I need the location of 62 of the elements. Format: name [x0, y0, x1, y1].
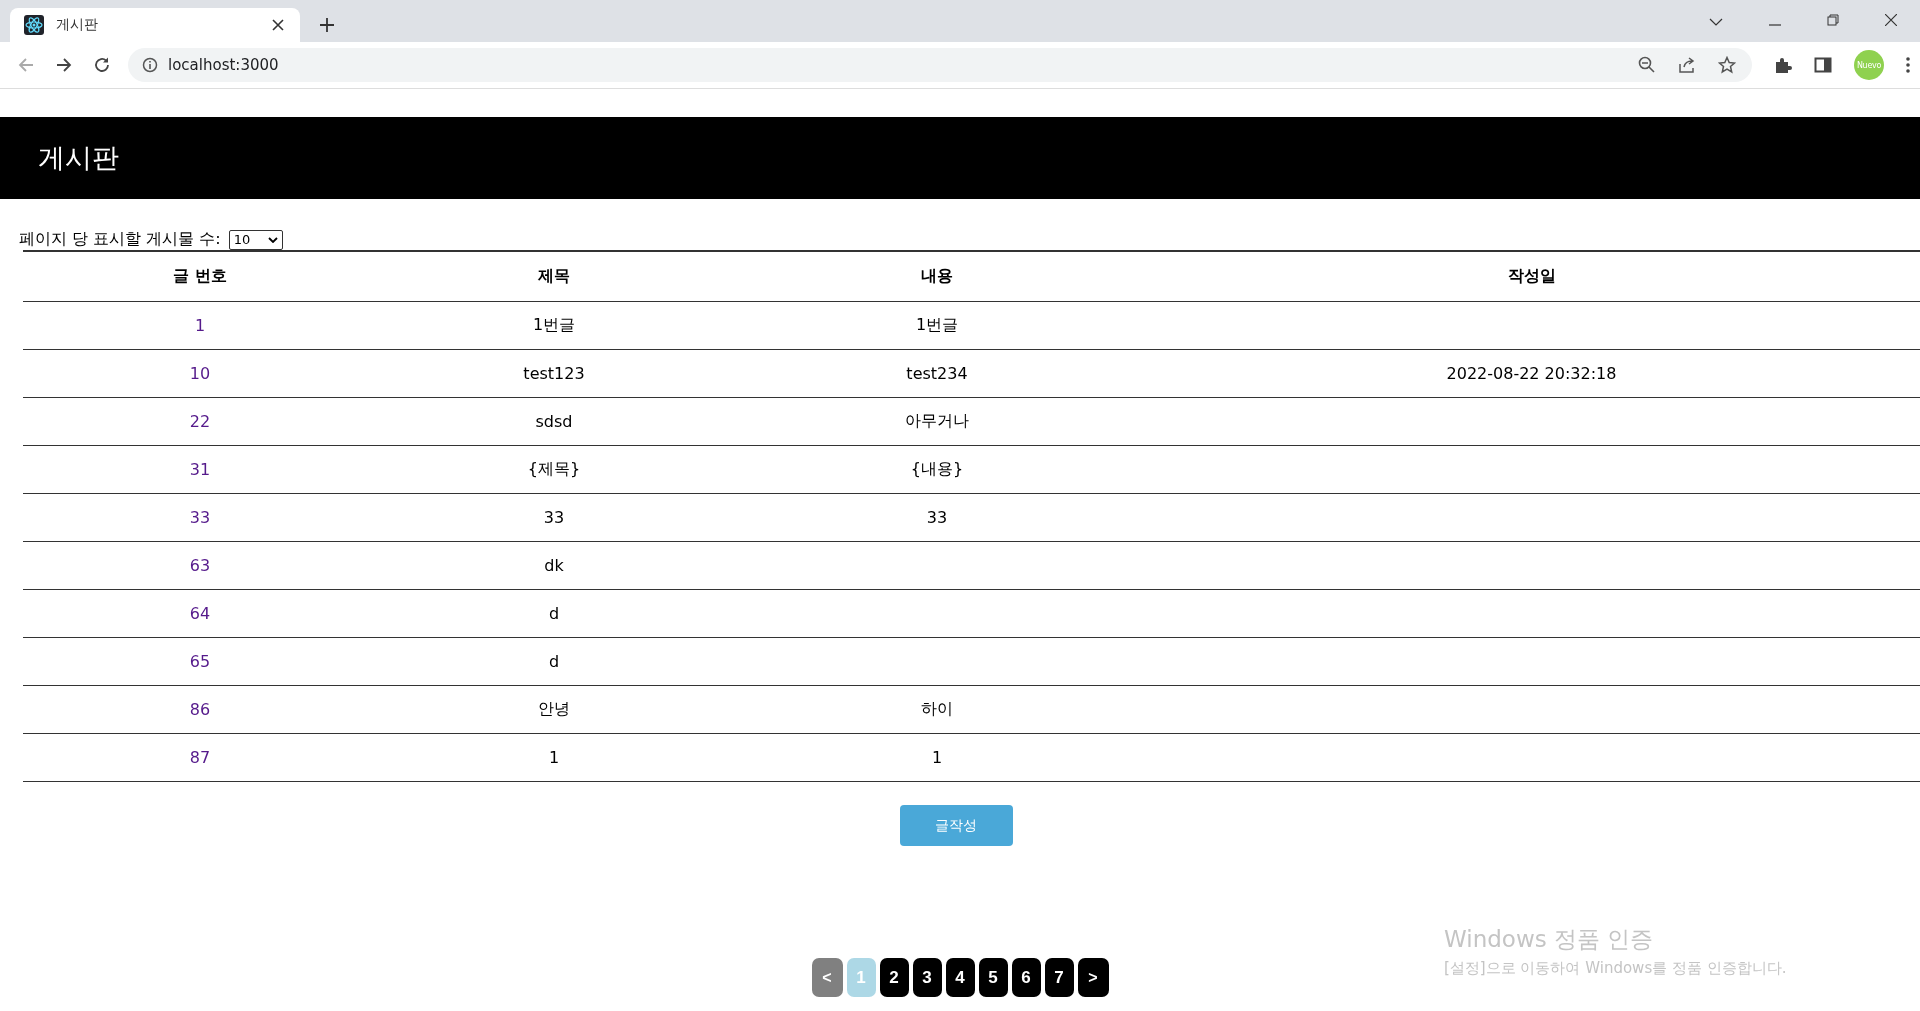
zoom-out-icon[interactable]: [1638, 56, 1656, 74]
table-cell: test123: [523, 364, 585, 383]
table-cell: dk: [544, 556, 564, 575]
table-cell: 하이: [921, 699, 953, 718]
share-icon[interactable]: [1678, 56, 1696, 74]
chevron-down-icon[interactable]: [1709, 18, 1723, 26]
page-title: 게시판: [38, 141, 119, 175]
caret-icon: [267, 236, 278, 243]
post-number-link[interactable]: 10: [189, 364, 211, 383]
column-header: 글 번호: [23, 251, 377, 302]
table-cell: 1: [548, 748, 560, 767]
column-header: 제목: [377, 251, 731, 302]
plus-icon[interactable]: [320, 18, 334, 32]
star-icon[interactable]: [1718, 56, 1736, 74]
table-cell: d: [548, 604, 560, 623]
table-cell: d: [548, 652, 560, 671]
table-cell: 2022-08-22 20:32:18: [1446, 364, 1617, 383]
table-cell: 아무거나: [905, 411, 969, 430]
forward-arrow-icon[interactable]: [56, 57, 72, 73]
side-panel-icon[interactable]: [1814, 56, 1832, 74]
table-cell: sdsd: [535, 412, 573, 431]
table-cell: {제목}: [527, 459, 581, 478]
activation-title: Windows 정품 인증: [1444, 925, 1655, 954]
page-button[interactable]: 7: [1044, 958, 1074, 997]
table-cell: test234: [906, 364, 968, 383]
per-page-label: 페이지 당 표시할 게시물 수:: [19, 229, 221, 250]
column-header: 작성일: [1143, 251, 1920, 302]
post-number-link[interactable]: 65: [189, 652, 211, 671]
post-number-link[interactable]: 31: [189, 460, 211, 479]
info-icon: [142, 57, 158, 73]
table-cell: 1번글: [532, 315, 576, 334]
post-number-link[interactable]: 22: [189, 412, 211, 431]
reload-icon[interactable]: [94, 57, 110, 73]
atom-icon: [24, 15, 44, 35]
post-number-link[interactable]: 87: [189, 748, 211, 767]
page-button[interactable]: 4: [945, 958, 975, 997]
post-number-link[interactable]: 33: [189, 508, 211, 527]
table-cell: {내용}: [910, 459, 964, 478]
post-number-link[interactable]: 1: [194, 316, 206, 335]
per-page-dropdown[interactable]: 10: [228, 229, 283, 250]
more-menu-icon[interactable]: [1906, 57, 1910, 73]
table-cell: 안녕: [538, 699, 570, 718]
column-header: 내용: [731, 251, 1143, 302]
address-bar[interactable]: localhost:3000: [128, 48, 1752, 82]
restore-icon[interactable]: [1827, 14, 1839, 26]
puzzle-piece-icon[interactable]: [1774, 56, 1792, 74]
page-button[interactable]: 6: [1011, 958, 1041, 997]
activation-message: [설정]으로 이동하여 Windows를 정품 인증합니다.: [1444, 959, 1787, 978]
next-page-button[interactable]: >: [1077, 958, 1109, 997]
page-button[interactable]: 5: [978, 958, 1008, 997]
table-cell: 1: [931, 748, 943, 767]
close-icon[interactable]: [272, 19, 284, 31]
close-icon[interactable]: [1885, 14, 1897, 26]
table-cell: 33: [926, 508, 948, 527]
page-button[interactable]: 2: [879, 958, 909, 997]
table-cell: 1번글: [915, 315, 959, 334]
url-text: localhost:3000: [168, 56, 279, 74]
post-number-link[interactable]: 63: [189, 556, 211, 575]
table-cell: 33: [543, 508, 565, 527]
page-button[interactable]: 3: [912, 958, 942, 997]
post-number-link[interactable]: 64: [189, 604, 211, 623]
post-number-link[interactable]: 86: [189, 700, 211, 719]
